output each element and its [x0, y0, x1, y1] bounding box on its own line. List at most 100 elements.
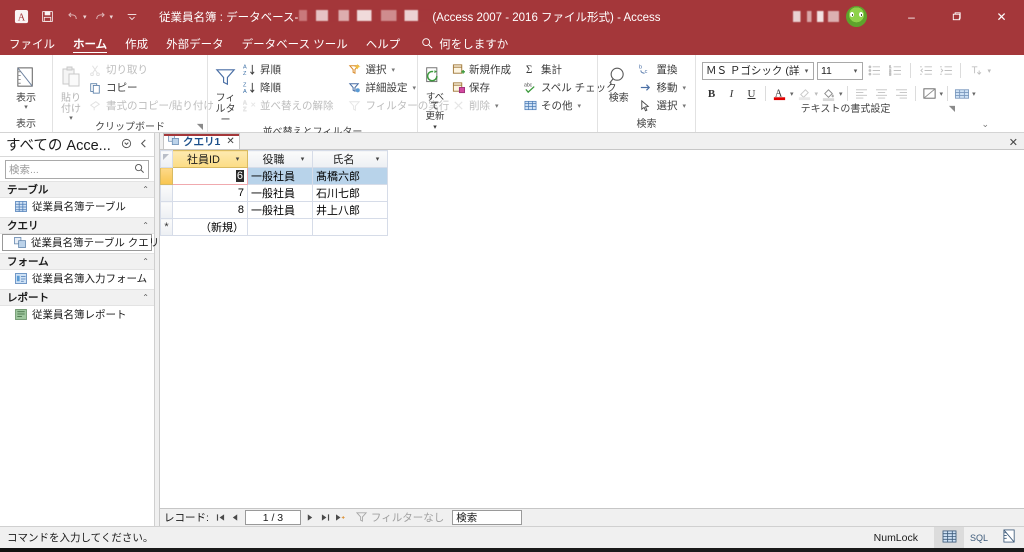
bold-button[interactable]: B	[702, 84, 721, 103]
search-icon[interactable]	[134, 163, 145, 177]
text-formatting-dialog-launcher-icon[interactable]: ◥	[949, 102, 955, 116]
row-selector[interactable]	[160, 201, 173, 219]
table-row[interactable]: 7 一般社員 石川七郎	[160, 184, 448, 202]
cell-employee-id-row2[interactable]: 7	[172, 184, 248, 202]
chevron-down-icon[interactable]: ▾	[940, 90, 944, 98]
chevron-down-icon[interactable]: ▾	[231, 155, 244, 163]
table-row[interactable]: 8 一般社員 井上八郎	[160, 201, 448, 219]
document-tab-query1[interactable]: クエリ1 ✕	[163, 133, 240, 149]
filter-status[interactable]: フィルターなし	[355, 510, 444, 525]
close-icon[interactable]: ✕	[226, 136, 234, 147]
cell-name-row1[interactable]: 髙橋六郎	[312, 167, 388, 185]
new-record-nav-button[interactable]	[333, 510, 348, 526]
goto-button[interactable]: 移動 ▾	[636, 79, 690, 96]
chevron-up-icon[interactable]: ⌃	[142, 257, 149, 266]
restore-button[interactable]	[934, 0, 979, 33]
select-button[interactable]: 選択 ▾	[636, 97, 690, 114]
font-name-combo[interactable]: ＭＳ Ｐゴシック (詳細) ▾	[702, 61, 814, 80]
last-record-button[interactable]	[318, 510, 333, 526]
italic-button[interactable]: I	[722, 84, 741, 103]
tab-external-data[interactable]: 外部データ	[157, 33, 233, 55]
sidebar-item-employee-report[interactable]: 従業員名簿レポート	[0, 306, 154, 323]
chevron-up-icon[interactable]: ⌃	[142, 293, 149, 302]
close-document-button[interactable]: ✕	[1009, 136, 1024, 149]
sort-descending-button[interactable]: ZA 降順	[240, 79, 338, 96]
chevron-down-icon[interactable]: ▾	[815, 90, 819, 98]
refresh-all-button[interactable]: すべて 更新 ▾	[423, 60, 447, 133]
clear-sort-button[interactable]: AZ 並べ替えの解除	[240, 97, 338, 114]
nav-group-queries[interactable]: クエリ ⌃	[0, 217, 154, 234]
replace-button[interactable]: bc 置換	[636, 61, 690, 78]
table-row-new[interactable]: * （新規）	[160, 218, 448, 236]
avatar[interactable]	[846, 6, 867, 27]
align-right-icon[interactable]	[892, 84, 911, 103]
chevron-down-icon[interactable]: ▾	[392, 66, 396, 74]
cell-position-new[interactable]	[247, 218, 313, 236]
gridlines-icon[interactable]	[952, 84, 971, 103]
align-center-icon[interactable]	[872, 84, 891, 103]
chevron-down-icon[interactable]: ▾	[682, 102, 686, 110]
sidebar-item-employee-form[interactable]: 従業員名簿入力フォーム	[0, 270, 154, 287]
column-header-position[interactable]: 役職 ▾	[247, 150, 313, 168]
chevron-down-icon[interactable]: ▾	[800, 67, 813, 75]
column-header-name[interactable]: 氏名 ▾	[312, 150, 388, 168]
text-highlight-icon[interactable]	[795, 84, 814, 103]
nav-options-icon[interactable]	[120, 138, 133, 152]
chevron-down-icon[interactable]: ▾	[495, 102, 499, 110]
taskbar-start-area[interactable]	[0, 548, 100, 552]
design-view-button[interactable]	[994, 527, 1024, 548]
nav-group-tables[interactable]: テーブル ⌃	[0, 181, 154, 198]
clipboard-dialog-launcher-icon[interactable]: ◥	[197, 120, 203, 134]
paste-button[interactable]: 貼り付け ▾	[58, 60, 84, 122]
chevron-down-icon[interactable]: ▾	[839, 90, 843, 98]
tab-create[interactable]: 作成	[116, 33, 157, 55]
datasheet-view-button[interactable]	[934, 527, 964, 548]
tab-home[interactable]: ホーム	[64, 33, 116, 55]
decrease-indent-icon[interactable]	[917, 61, 934, 80]
column-header-employee-id[interactable]: 社員ID ▾	[172, 150, 248, 168]
minimize-button[interactable]: –	[889, 0, 934, 33]
bullets-icon[interactable]	[866, 61, 883, 80]
shutter-bar-close-icon[interactable]	[137, 138, 150, 152]
numbering-icon[interactable]: 123	[886, 61, 903, 80]
tell-me-search[interactable]: 何をしますか	[421, 33, 508, 55]
cell-position-row1[interactable]: 一般社員	[247, 167, 313, 185]
datasheet-search-box[interactable]: 検索	[452, 510, 523, 525]
navigation-search-box[interactable]: 検索...	[5, 160, 149, 179]
tab-database-tools[interactable]: データベース ツール	[233, 33, 357, 55]
increase-indent-icon[interactable]	[937, 61, 954, 80]
chevron-down-icon[interactable]: ▾	[296, 155, 309, 163]
chevron-down-icon[interactable]: ▾	[24, 104, 28, 111]
chevron-down-icon[interactable]: ▾	[972, 90, 976, 98]
view-button[interactable]: 表示 ▾	[5, 60, 47, 111]
fill-color-icon[interactable]	[819, 84, 838, 103]
close-button[interactable]: ✕	[979, 0, 1024, 33]
cell-position-row2[interactable]: 一般社員	[247, 184, 313, 202]
datasheet-format-icon[interactable]	[920, 84, 939, 103]
sort-ascending-button[interactable]: AZ 昇順	[240, 61, 338, 78]
row-selector-new[interactable]: *	[160, 218, 173, 236]
tab-file[interactable]: ファイル	[0, 33, 64, 55]
font-color-icon[interactable]: A	[770, 84, 789, 103]
sidebar-item-employee-table[interactable]: 従業員名簿テーブル	[0, 198, 154, 215]
first-record-button[interactable]	[213, 510, 228, 526]
chevron-down-icon[interactable]: ▾	[849, 67, 862, 75]
underline-button[interactable]: U	[742, 84, 761, 103]
select-all-corner[interactable]	[160, 150, 173, 168]
chevron-up-icon[interactable]: ⌃	[142, 221, 149, 230]
cell-employee-id-row1[interactable]: 6	[172, 167, 248, 185]
text-direction-icon[interactable]	[967, 61, 984, 80]
cut-button[interactable]: 切り取り	[86, 61, 218, 78]
chevron-down-icon[interactable]: ▾	[790, 90, 794, 98]
cell-name-row2[interactable]: 石川七郎	[312, 184, 388, 202]
sql-view-button[interactable]: SQL	[964, 527, 994, 548]
previous-record-button[interactable]	[228, 510, 243, 526]
redo-dropdown-caret[interactable]: ▾	[110, 13, 114, 21]
chevron-up-icon[interactable]: ⌃	[142, 185, 149, 194]
format-painter-button[interactable]: 書式のコピー/貼り付け	[86, 97, 218, 114]
chevron-down-icon[interactable]: ▾	[413, 84, 417, 92]
row-selector[interactable]	[160, 184, 173, 202]
new-record-button[interactable]: 新規作成	[449, 61, 515, 78]
customize-qat-icon[interactable]	[119, 5, 145, 29]
chevron-down-icon[interactable]: ▾	[682, 84, 686, 92]
